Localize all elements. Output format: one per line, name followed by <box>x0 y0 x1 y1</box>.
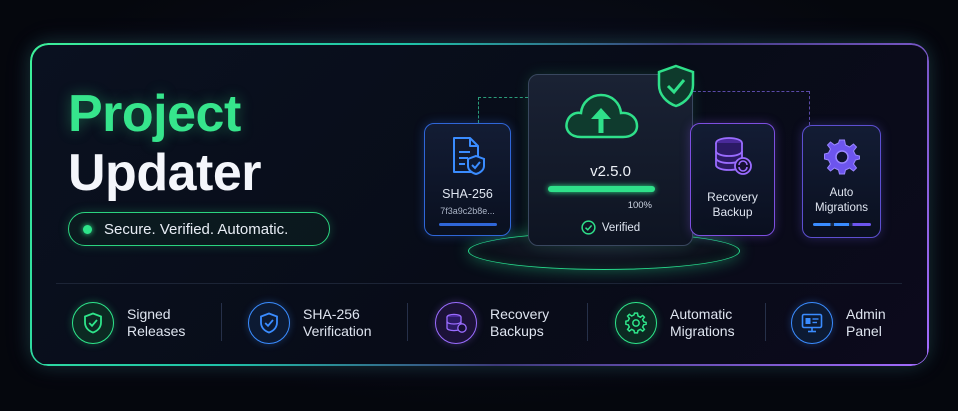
connector-line-left <box>478 97 528 98</box>
file-shield-icon <box>453 137 485 176</box>
shield-check-icon <box>260 312 278 334</box>
feature-separator <box>765 303 766 341</box>
feature-icon-ring <box>72 302 114 344</box>
feature-automatic-migrations: Automatic Migrations <box>615 300 735 346</box>
verified-label: Verified <box>601 221 641 234</box>
feature-separator <box>587 303 588 341</box>
title-line-2: Updater <box>68 144 261 202</box>
progress-percent: 100% <box>627 200 652 211</box>
migrations-card-label-2: Migrations <box>814 202 869 214</box>
hash-card-label: SHA-256 <box>442 187 493 201</box>
backup-card: Recovery Backup <box>690 123 775 236</box>
monitor-panel-icon <box>801 313 823 333</box>
feature-label-line1: Signed <box>127 306 171 322</box>
check-circle-icon <box>581 220 596 235</box>
cloud-upload-icon <box>565 93 639 139</box>
version-label: v2.5.0 <box>590 163 631 180</box>
feature-label-line2: Releases <box>127 323 186 339</box>
feature-icon-ring <box>435 302 477 344</box>
feature-signed-releases: Signed Releases <box>72 300 185 346</box>
hash-card-bar <box>439 223 497 226</box>
gear-icon <box>824 139 860 175</box>
backup-card-label-1: Recovery <box>707 190 758 204</box>
shield-check-icon <box>84 312 102 334</box>
tagline-pill: Secure. Verified. Automatic. <box>68 212 330 246</box>
feature-label-line2: Migrations <box>670 323 735 339</box>
migrations-card-label-1: Auto <box>829 187 854 199</box>
migrations-card-bar <box>813 223 871 226</box>
connector-line-right <box>693 91 809 92</box>
status-dot-icon <box>83 224 92 234</box>
feature-label-line1: Recovery <box>490 306 550 322</box>
progress-bar <box>548 186 655 192</box>
backup-card-label-2: Backup <box>712 205 753 219</box>
feature-separator <box>407 303 408 341</box>
feature-divider <box>56 283 902 284</box>
feature-icon-ring <box>248 302 290 344</box>
shield-check-icon <box>657 64 695 108</box>
feature-label-line2: Backups <box>490 323 544 339</box>
database-refresh-icon <box>446 313 467 333</box>
feature-separator <box>221 303 222 341</box>
feature-icon-ring <box>791 302 833 344</box>
feature-label-line1: SHA-256 <box>303 306 360 322</box>
hash-card: SHA-256 7f3a9c2b8e... <box>424 123 511 236</box>
tagline-text: Secure. Verified. Automatic. <box>104 220 289 238</box>
hash-card-value: 7f3a9c2b8e... <box>440 206 495 216</box>
feature-label-line2: Panel <box>846 323 882 339</box>
gear-icon <box>625 312 647 334</box>
progress-fill <box>548 186 655 192</box>
feature-label-line1: Admin <box>846 306 886 322</box>
feature-label-line1: Automatic <box>670 306 733 322</box>
feature-admin-panel: Admin Panel <box>791 300 886 346</box>
title-line-1: Project <box>68 85 241 143</box>
connector-line-left-drop <box>478 97 479 123</box>
feature-icon-ring <box>615 302 657 344</box>
verified-status: Verified <box>529 220 692 235</box>
connector-line-right-drop <box>809 91 810 125</box>
feature-recovery-backups: Recovery Backups <box>435 300 549 346</box>
migrations-card: Auto Migrations <box>802 125 881 238</box>
database-refresh-icon <box>715 137 752 175</box>
feature-label-line2: Verification <box>303 323 372 339</box>
feature-sha256-verification: SHA-256 Verification <box>248 300 371 346</box>
